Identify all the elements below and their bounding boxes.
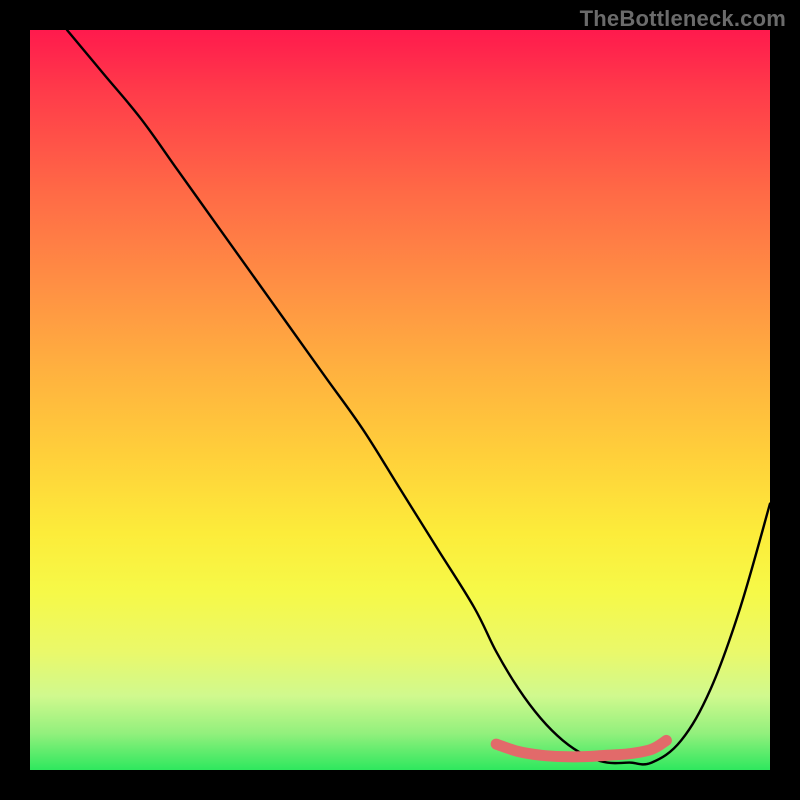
curve-layer bbox=[30, 30, 770, 770]
plot-area bbox=[30, 30, 770, 770]
chart-stage: TheBottleneck.com bbox=[0, 0, 800, 800]
bottleneck-curve bbox=[67, 30, 770, 764]
watermark-label: TheBottleneck.com bbox=[580, 6, 786, 32]
optimal-band bbox=[496, 740, 666, 756]
